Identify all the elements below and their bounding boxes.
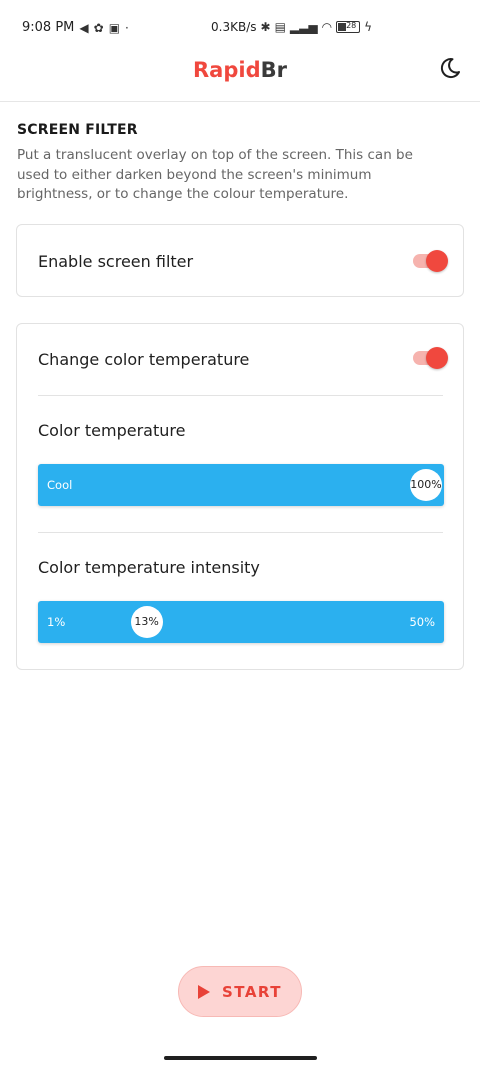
battery-level: 28 <box>346 21 357 30</box>
start-button[interactable]: START <box>178 966 302 1017</box>
slider-max-label: 50% <box>409 615 435 629</box>
app-title-part1: Rapid <box>193 58 261 82</box>
slider-thumb[interactable]: 13% <box>130 606 163 638</box>
status-bar-right: 0.3KB/s ✱ ▤ ▂▃▅ ◠ 28 ϟ <box>211 20 372 34</box>
status-time: 9:08 PM <box>22 20 75 35</box>
signal-icon: ▂▃▅ <box>289 20 318 34</box>
battery-icon: 28 <box>336 21 361 33</box>
slider-min-label: 1% <box>47 615 66 629</box>
color-temperature-label: Color temperature <box>38 421 186 440</box>
status-bar: 9:08 PM ◀ ✿ ▣ · 0.3KB/s ✱ ▤ ▂▃▅ ◠ 28 ϟ <box>0 0 480 56</box>
intensity-slider[interactable]: 1% 50% 13% <box>38 601 444 643</box>
play-icon <box>197 984 210 999</box>
enable-filter-label: Enable screen filter <box>38 252 194 271</box>
switch-thumb <box>426 250 448 272</box>
slider-thumb[interactable]: 100% <box>410 469 442 501</box>
enable-filter-card[interactable]: Enable screen filter <box>16 224 464 297</box>
color-temperature-slider[interactable]: Cool 100% <box>38 464 444 506</box>
network-speed: 0.3KB/s <box>211 20 257 34</box>
home-indicator[interactable] <box>164 1056 317 1060</box>
divider <box>38 395 443 396</box>
change-temp-label: Change color temperature <box>38 350 250 369</box>
section-description: Put a translucent overlay on top of the … <box>17 147 413 202</box>
charging-icon: ϟ <box>364 20 372 34</box>
pinwheel-icon: ✿ <box>93 20 104 35</box>
intensity-label: Color temperature intensity <box>38 558 260 577</box>
sim-icon: ▣ <box>108 20 121 35</box>
status-bar-left: 9:08 PM ◀ ✿ ▣ · <box>22 20 129 35</box>
switch-thumb <box>426 347 448 369</box>
section-title: SCREEN FILTER <box>17 122 138 138</box>
bluetooth-icon: ✱ <box>260 20 271 34</box>
app-bar: RapidBr <box>0 56 480 102</box>
start-button-label: START <box>221 982 283 1001</box>
app-title: RapidBr <box>0 58 480 82</box>
telegram-icon: ◀ <box>79 20 89 35</box>
slider-min-label: Cool <box>47 478 73 492</box>
wifi-icon: ◠ <box>321 20 333 34</box>
change-temp-switch[interactable] <box>413 346 449 370</box>
temperature-card: Change color temperature Color temperatu… <box>16 323 464 670</box>
app-title-part2: Br <box>260 58 287 82</box>
volte-icon: ▤ <box>274 20 286 34</box>
dot-icon: · <box>125 20 129 35</box>
moon-icon[interactable] <box>438 56 462 80</box>
enable-filter-switch[interactable] <box>413 249 449 273</box>
divider <box>38 532 443 533</box>
